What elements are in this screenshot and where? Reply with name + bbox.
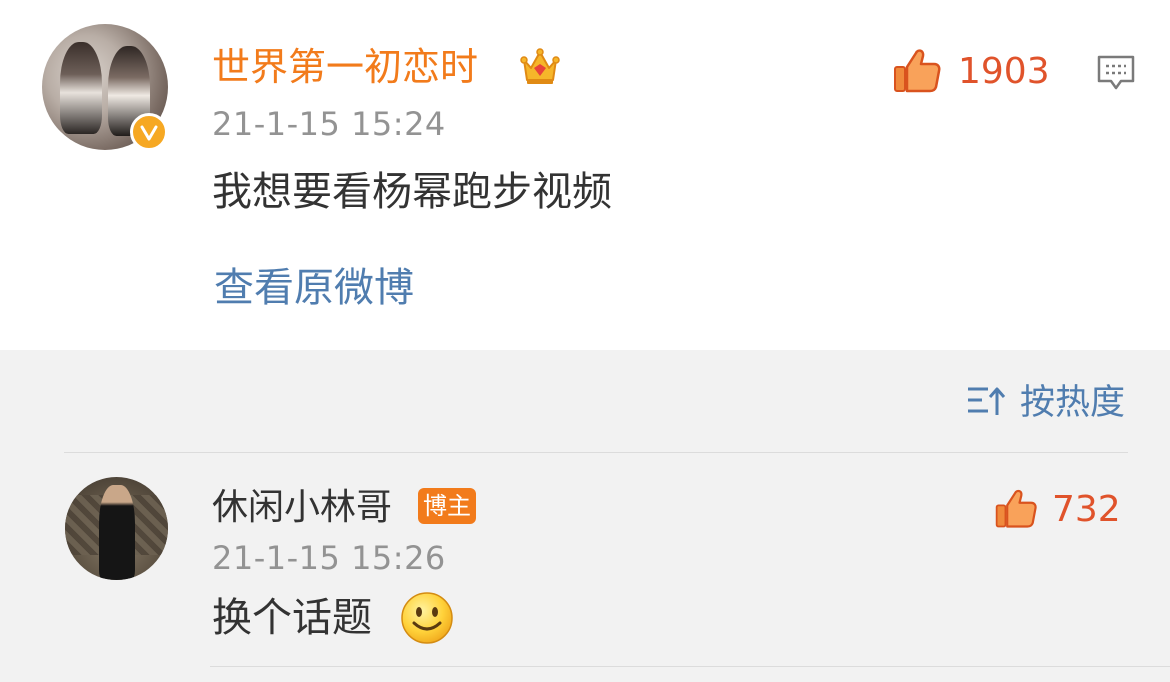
comment-author-avatar[interactable] — [65, 477, 168, 580]
post-like-count: 1903 — [958, 51, 1050, 92]
comment-author-name[interactable]: 休闲小林哥 — [212, 486, 392, 530]
post-author-name[interactable]: 世界第一初恋时 — [212, 44, 478, 90]
sort-by-hot-button[interactable]: 按热度 — [966, 383, 1125, 423]
view-original-link[interactable]: 查看原微博 — [214, 263, 414, 313]
blogger-badge: 博主 — [418, 488, 476, 524]
divider — [64, 452, 1128, 453]
original-post: 世界第一初恋时 21-1-15 15:24 我想要看杨幂跑步视频 查看原微博 1… — [0, 0, 1170, 350]
post-text: 我想要看杨幂跑步视频 — [212, 169, 612, 215]
verified-badge-icon — [130, 113, 168, 151]
comment-timestamp: 21-1-15 15:26 — [212, 539, 446, 577]
post-timestamp: 21-1-15 15:24 — [212, 105, 446, 143]
comment-bubble-icon[interactable] — [1095, 52, 1137, 98]
post-like-button[interactable]: 1903 — [892, 46, 1050, 98]
comment-like-count: 732 — [1052, 489, 1121, 530]
thumbs-up-icon — [994, 486, 1038, 534]
thumbs-up-icon — [892, 45, 942, 99]
crown-icon — [518, 44, 562, 92]
sort-lines-arrow-icon — [966, 383, 1006, 423]
sort-label: 按热度 — [1020, 383, 1126, 423]
comment-text: 换个话题 — [212, 595, 372, 641]
smile-emoji-icon — [400, 591, 454, 649]
divider — [210, 666, 1170, 667]
comment-like-button[interactable]: 732 — [994, 486, 1121, 534]
